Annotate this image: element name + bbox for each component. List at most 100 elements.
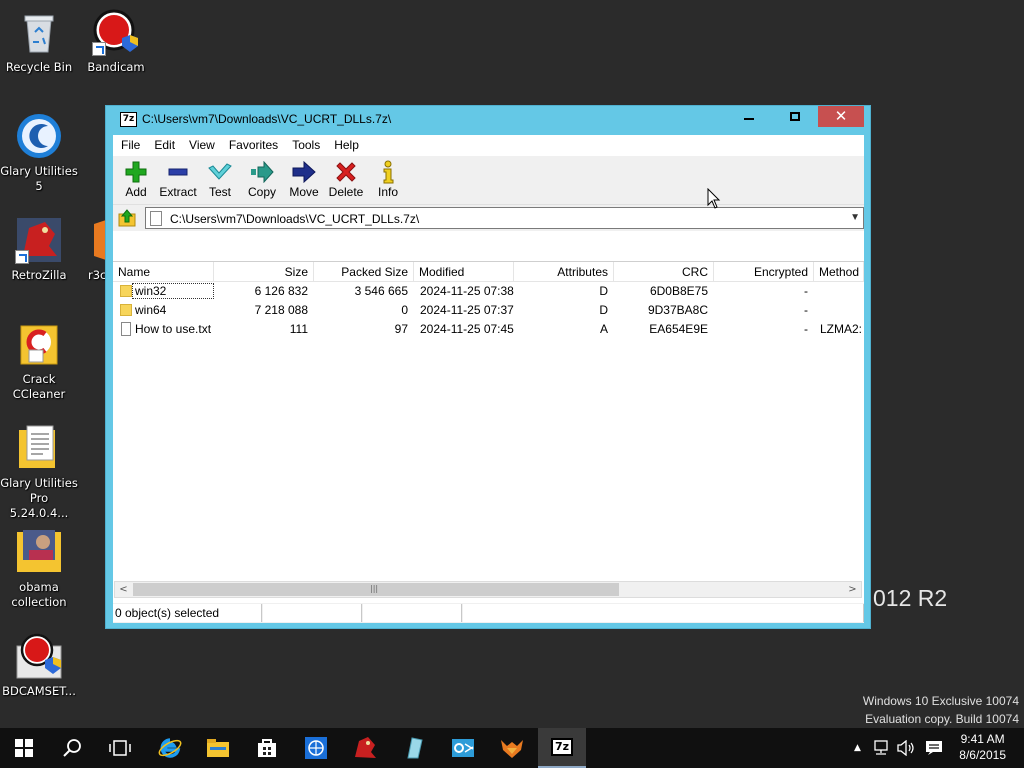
horizontal-scrollbar[interactable]: < ||| > [114, 581, 862, 598]
start-button[interactable] [0, 728, 48, 768]
taskbar-internet-explorer[interactable] [146, 728, 194, 768]
menu-tools[interactable]: Tools [285, 135, 327, 156]
taskbar: 7z ▲ 9:41 AM 8/6/2015 [0, 728, 1024, 768]
globe-icon [305, 737, 327, 759]
file-manager-window: 7z C:\Users\vm7\Downloads\VC_UCRT_DLLs.7… [105, 105, 871, 629]
window-title: C:\Users\vm7\Downloads\VC_UCRT_DLLs.7z\ [142, 112, 392, 126]
column-header-method[interactable]: Method [814, 262, 864, 282]
close-button[interactable]: ✕ [818, 106, 864, 127]
cell-crc: EA654E9E [649, 322, 708, 336]
desktop-icon-obama-collection[interactable]: obama collection [0, 528, 78, 610]
copy-button[interactable]: Copy [241, 156, 283, 204]
taskbar-app-outlook[interactable] [439, 728, 487, 768]
minimize-button[interactable] [726, 106, 772, 127]
cell-crc: 9D37BA8C [647, 303, 708, 317]
7zip-icon: 7z [551, 738, 573, 756]
scroll-right-icon[interactable]: > [844, 582, 861, 597]
minus-icon [157, 159, 199, 185]
shortcut-arrow-icon [92, 42, 106, 56]
test-label: Test [208, 185, 231, 199]
column-header-encrypted[interactable]: Encrypted [714, 262, 814, 282]
table-row[interactable]: win64 7 218 088 0 2024-11-25 07:37 D 9D3… [113, 301, 864, 320]
taskbar-7zip[interactable]: 7z [538, 728, 586, 768]
desktop-icon-recycle-bin[interactable]: Recycle Bin [0, 8, 78, 75]
desktop-icon-glary-utilities[interactable]: Glary Utilities 5 [0, 112, 78, 194]
mail-icon [452, 739, 474, 757]
column-header-packed-size[interactable]: Packed Size [314, 262, 414, 282]
desktop-icon-bdcamset[interactable]: BDCAMSET... [0, 632, 78, 699]
cell-size: 111 [289, 322, 308, 336]
glary-utilities-icon [15, 112, 63, 160]
retrozilla-icon [15, 216, 63, 264]
taskbar-file-explorer[interactable] [194, 728, 242, 768]
desktop-icon-label: Glary Utilities Pro 5.24.0.4... [0, 476, 78, 520]
desktop-icon-label: Bandicam [87, 60, 145, 74]
cell-packed-size: 3 546 665 [354, 284, 408, 298]
desktop-icon-crack-ccleaner[interactable]: Crack CCleaner [0, 320, 78, 402]
cell-method [814, 282, 864, 301]
add-button[interactable]: Add [115, 156, 157, 204]
column-header-modified[interactable]: Modified [414, 262, 514, 282]
chevron-up-icon[interactable]: ▲ [854, 743, 861, 753]
close-icon: ✕ [834, 107, 848, 125]
cell-method [814, 301, 864, 320]
task-view-icon [109, 740, 131, 756]
clock[interactable]: 9:41 AM 8/6/2015 [959, 731, 1006, 763]
maximize-button[interactable] [772, 106, 818, 127]
taskbar-app-crystal[interactable] [390, 728, 438, 768]
internet-explorer-icon [158, 738, 182, 758]
shortcut-arrow-icon [15, 250, 29, 264]
title-bar[interactable]: 7z C:\Users\vm7\Downloads\VC_UCRT_DLLs.7… [106, 106, 870, 134]
archive-icon [150, 211, 162, 226]
desktop-icon-r3c[interactable]: r3c [64, 216, 108, 283]
chevron-down-icon[interactable]: ▼ [850, 212, 860, 223]
search-button[interactable] [48, 728, 96, 768]
windows-logo-icon [15, 739, 33, 757]
column-header-size[interactable]: Size [214, 262, 314, 282]
address-bar: C:\Users\vm7\Downloads\VC_UCRT_DLLs.7z\ … [113, 205, 864, 231]
evaluation-line-1: Windows 10 Exclusive 10074 [862, 694, 1019, 708]
bandicam-icon [92, 8, 140, 56]
firefox-icon [501, 740, 523, 758]
column-header-name[interactable]: Name [113, 262, 214, 282]
menu-file[interactable]: File [114, 135, 147, 156]
menu-edit[interactable]: Edit [147, 135, 182, 156]
desktop-icon-bandicam[interactable]: Bandicam [77, 8, 155, 75]
recycle-bin-icon [15, 8, 63, 56]
cell-name: win32 [131, 282, 215, 300]
desktop-icon-label: Crack CCleaner [12, 372, 66, 401]
taskbar-browser[interactable] [292, 728, 340, 768]
cell-name: How to use.txt [135, 322, 212, 336]
move-button[interactable]: Move [283, 156, 325, 204]
cell-encrypted: - [804, 303, 808, 317]
taskbar-app-firefox[interactable] [488, 728, 536, 768]
menu-favorites[interactable]: Favorites [222, 135, 285, 156]
delete-button[interactable]: Delete [325, 156, 367, 204]
mouse-cursor-icon [707, 187, 721, 213]
column-header-attributes[interactable]: Attributes [514, 262, 614, 282]
table-row[interactable]: How to use.txt 111 97 2024-11-25 07:45 A… [113, 320, 864, 339]
task-view-button[interactable] [96, 728, 144, 768]
test-button[interactable]: Test [199, 156, 241, 204]
desktop-icon-label: Glary Utilities 5 [0, 164, 78, 193]
scrollbar-thumb[interactable]: ||| [133, 583, 619, 596]
menu-view[interactable]: View [182, 135, 222, 156]
address-combobox[interactable]: C:\Users\vm7\Downloads\VC_UCRT_DLLs.7z\ … [145, 207, 864, 229]
extract-button[interactable]: Extract [157, 156, 199, 204]
status-cell-2 [263, 604, 362, 622]
up-folder-button[interactable] [117, 208, 137, 228]
cell-attributes: D [599, 284, 608, 298]
taskbar-retrozilla[interactable] [341, 728, 389, 768]
table-row[interactable]: win32 6 126 832 3 546 665 2024-11-25 07:… [113, 282, 864, 301]
text-file-icon [121, 322, 131, 336]
menu-help[interactable]: Help [327, 135, 366, 156]
taskbar-store[interactable] [243, 728, 291, 768]
info-button[interactable]: Info [367, 156, 409, 204]
cell-name: win64 [135, 303, 167, 317]
folder-icon [207, 739, 229, 757]
column-header-crc[interactable]: CRC [614, 262, 714, 282]
cell-method: LZMA2: [820, 322, 863, 336]
system-tray: ▲ [854, 728, 943, 768]
scroll-left-icon[interactable]: < [115, 582, 132, 597]
desktop-icon-glary-utilities-pro[interactable]: Glary Utilities Pro 5.24.0.4... [0, 424, 78, 521]
